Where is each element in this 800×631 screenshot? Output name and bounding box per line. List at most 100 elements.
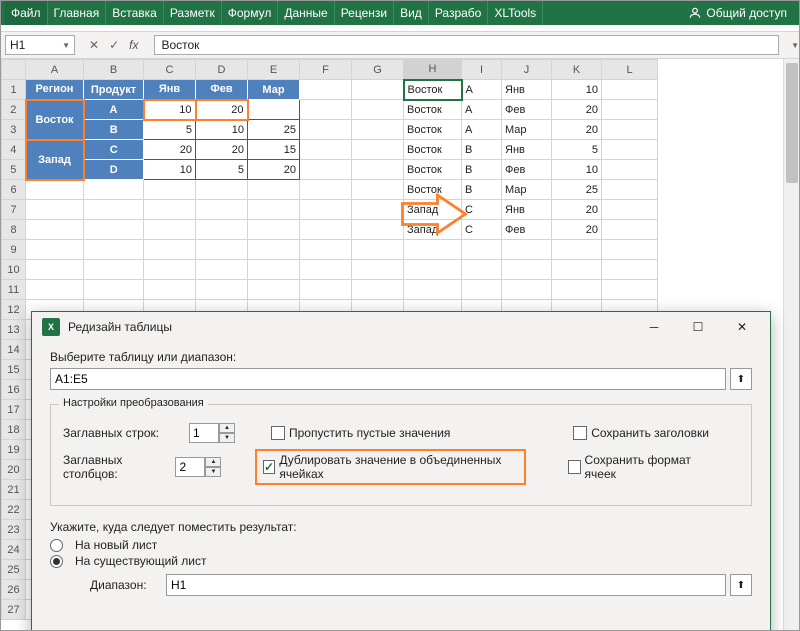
cell[interactable] bbox=[602, 140, 658, 160]
cell[interactable]: C bbox=[462, 220, 502, 240]
cell[interactable] bbox=[462, 260, 502, 280]
cell[interactable]: 5 bbox=[196, 160, 248, 180]
cell[interactable] bbox=[352, 220, 404, 240]
cell[interactable] bbox=[352, 80, 404, 100]
formula-input[interactable]: Восток bbox=[154, 35, 779, 55]
cell[interactable] bbox=[196, 240, 248, 260]
cell[interactable] bbox=[144, 180, 196, 200]
output-range-input[interactable] bbox=[166, 574, 726, 596]
row-header[interactable]: 9 bbox=[2, 240, 26, 260]
cell[interactable]: 20 bbox=[248, 160, 300, 180]
cell[interactable]: Восток bbox=[404, 100, 462, 120]
cell[interactable] bbox=[602, 240, 658, 260]
cell[interactable] bbox=[144, 220, 196, 240]
cell[interactable]: 20 bbox=[196, 100, 248, 120]
tab-insert[interactable]: Вставка bbox=[106, 1, 164, 25]
cell[interactable]: Мар bbox=[502, 120, 552, 140]
cell[interactable]: Мар bbox=[502, 180, 552, 200]
cell[interactable] bbox=[352, 200, 404, 220]
cell[interactable] bbox=[352, 100, 404, 120]
tab-layout[interactable]: Разметк bbox=[164, 1, 222, 25]
cell[interactable]: Янв bbox=[502, 200, 552, 220]
cell[interactable] bbox=[352, 180, 404, 200]
radio-new-sheet[interactable] bbox=[50, 539, 63, 552]
row-header[interactable]: 13 bbox=[2, 320, 26, 340]
cell[interactable] bbox=[84, 220, 144, 240]
cell[interactable] bbox=[404, 280, 462, 300]
cell[interactable] bbox=[502, 240, 552, 260]
cell[interactable]: Мар bbox=[248, 80, 300, 100]
cell[interactable] bbox=[248, 200, 300, 220]
col-header[interactable]: J bbox=[502, 60, 552, 80]
cell[interactable] bbox=[26, 180, 84, 200]
cell[interactable] bbox=[196, 260, 248, 280]
row-header[interactable]: 15 bbox=[2, 360, 26, 380]
cell[interactable] bbox=[196, 280, 248, 300]
cell[interactable]: 20 bbox=[552, 200, 602, 220]
cell[interactable] bbox=[352, 120, 404, 140]
cell[interactable] bbox=[300, 140, 352, 160]
row-header[interactable]: 23 bbox=[2, 520, 26, 540]
cell[interactable]: A bbox=[84, 100, 144, 120]
header-cols-spinner[interactable]: ▲▼ bbox=[175, 457, 221, 477]
row-header[interactable]: 3 bbox=[2, 120, 26, 140]
row-header[interactable]: 18 bbox=[2, 420, 26, 440]
formula-expand-icon[interactable]: ▼ bbox=[791, 41, 799, 50]
cell[interactable] bbox=[144, 260, 196, 280]
cell[interactable]: Фев bbox=[502, 100, 552, 120]
cancel-icon[interactable]: ✕ bbox=[89, 38, 99, 52]
confirm-icon[interactable]: ✓ bbox=[109, 38, 119, 52]
col-header[interactable]: I bbox=[462, 60, 502, 80]
cell[interactable]: C bbox=[84, 140, 144, 160]
row-header[interactable]: 25 bbox=[2, 560, 26, 580]
tab-view[interactable]: Вид bbox=[394, 1, 429, 25]
cell[interactable] bbox=[26, 200, 84, 220]
tab-review[interactable]: Рецензи bbox=[335, 1, 394, 25]
row-header[interactable]: 12 bbox=[2, 300, 26, 320]
duplicate-merged-checkbox[interactable]: ✓Дублировать значение в объединенных яче… bbox=[255, 449, 526, 485]
cell[interactable] bbox=[462, 280, 502, 300]
cell[interactable] bbox=[84, 260, 144, 280]
cell[interactable] bbox=[352, 260, 404, 280]
cell[interactable]: D bbox=[84, 160, 144, 180]
fx-icon[interactable]: fx bbox=[129, 38, 138, 52]
cell[interactable] bbox=[196, 200, 248, 220]
cell[interactable]: B bbox=[462, 180, 502, 200]
cell[interactable]: C bbox=[462, 200, 502, 220]
row-header[interactable]: 27 bbox=[2, 600, 26, 620]
cell[interactable] bbox=[300, 200, 352, 220]
row-header[interactable]: 17 bbox=[2, 400, 26, 420]
cell[interactable] bbox=[462, 240, 502, 260]
cell[interactable]: 15 bbox=[248, 140, 300, 160]
cell[interactable] bbox=[84, 180, 144, 200]
row-header[interactable]: 19 bbox=[2, 440, 26, 460]
cell[interactable] bbox=[300, 120, 352, 140]
skip-empty-checkbox[interactable]: Пропустить пустые значения bbox=[271, 426, 450, 440]
source-range-input[interactable] bbox=[50, 368, 726, 390]
row-header[interactable]: 24 bbox=[2, 540, 26, 560]
row-header[interactable]: 16 bbox=[2, 380, 26, 400]
cell[interactable]: Восток bbox=[26, 100, 84, 140]
col-header[interactable]: K bbox=[552, 60, 602, 80]
tab-file[interactable]: Файл bbox=[5, 1, 48, 25]
cell[interactable] bbox=[26, 260, 84, 280]
cell[interactable] bbox=[502, 260, 552, 280]
cell[interactable] bbox=[300, 180, 352, 200]
cell[interactable]: Фев bbox=[502, 160, 552, 180]
keep-headers-checkbox[interactable]: Сохранить заголовки bbox=[573, 426, 709, 440]
cell[interactable] bbox=[602, 260, 658, 280]
col-header[interactable]: B bbox=[84, 60, 144, 80]
tab-formulas[interactable]: Формул bbox=[222, 1, 279, 25]
cell[interactable] bbox=[26, 240, 84, 260]
cell[interactable] bbox=[300, 260, 352, 280]
row-header[interactable]: 10 bbox=[2, 260, 26, 280]
col-header[interactable]: C bbox=[144, 60, 196, 80]
row-header[interactable]: 7 bbox=[2, 200, 26, 220]
cell[interactable] bbox=[196, 220, 248, 240]
range-picker-icon[interactable]: ⬆ bbox=[730, 368, 752, 390]
cell[interactable]: B bbox=[462, 140, 502, 160]
cell[interactable]: 20 bbox=[552, 120, 602, 140]
cell[interactable]: 20 bbox=[196, 140, 248, 160]
cell[interactable] bbox=[602, 280, 658, 300]
row-header[interactable]: 1 bbox=[2, 80, 26, 100]
